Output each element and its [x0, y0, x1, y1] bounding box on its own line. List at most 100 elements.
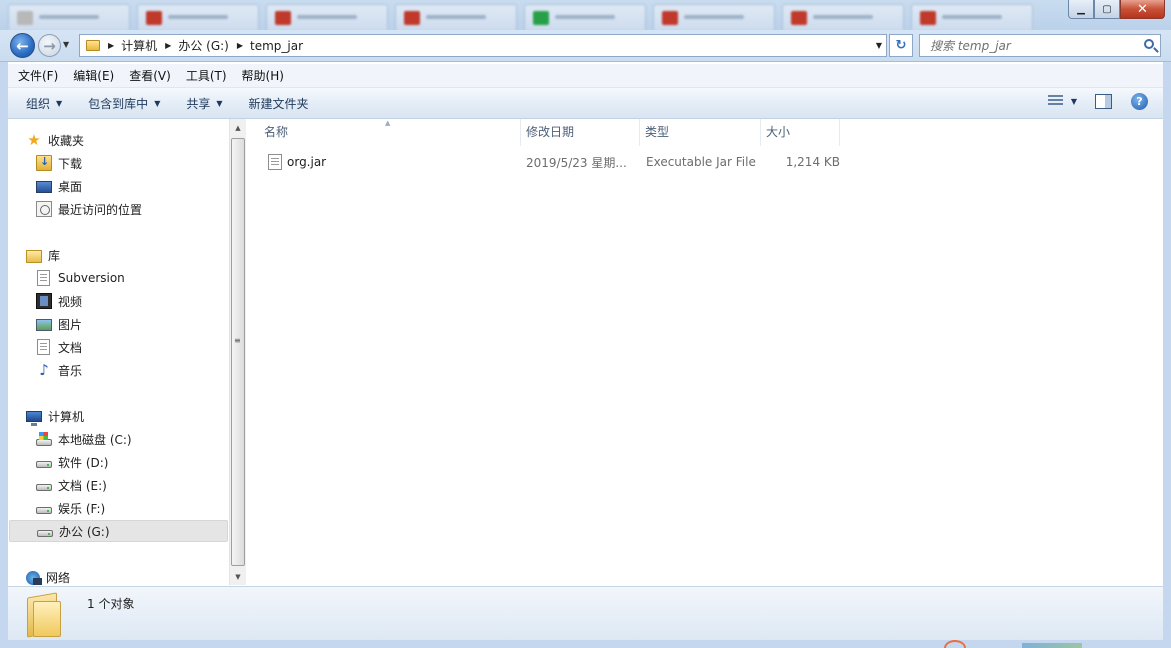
- network-icon: [26, 570, 42, 585]
- drive-icon: [37, 530, 53, 537]
- app-icon: [146, 11, 162, 25]
- column-header-modified[interactable]: 修改日期: [521, 119, 640, 146]
- nav-item-videos[interactable]: 视频: [36, 290, 226, 312]
- scroll-up-icon[interactable]: ▲: [230, 119, 246, 136]
- minimize-button[interactable]: ▁: [1068, 0, 1094, 19]
- nav-item-label: 办公 (G:): [59, 524, 110, 539]
- search-input[interactable]: [920, 35, 1130, 56]
- menu-help[interactable]: 帮助(H): [237, 65, 289, 87]
- scroll-down-icon[interactable]: ▼: [230, 568, 246, 585]
- search-box[interactable]: [919, 34, 1161, 57]
- history-dropdown-icon[interactable]: ▼: [63, 40, 69, 49]
- window-frame-left: [0, 62, 8, 640]
- nav-computer[interactable]: 计算机: [26, 405, 84, 427]
- nav-item-label: 文档: [58, 340, 83, 355]
- menu-bar: 文件(F) 编辑(E) 查看(V) 工具(T) 帮助(H): [8, 64, 1163, 88]
- command-bar: 组织 ▼ 包含到库中 ▼ 共享 ▼ 新建文件夹 ▼ ?: [8, 88, 1163, 119]
- nav-item-drive-d[interactable]: 软件 (D:): [36, 451, 226, 473]
- nav-item-label: 音乐: [58, 363, 83, 378]
- nav-item-documents[interactable]: 文档: [36, 336, 226, 358]
- drive-icon: [36, 461, 52, 468]
- close-button[interactable]: ✕: [1120, 0, 1165, 19]
- breadcrumb-drive[interactable]: 办公 (G:): [178, 37, 229, 54]
- column-headers: ▲ 名称 修改日期 类型 大小: [247, 119, 840, 146]
- forward-button[interactable]: →: [38, 34, 61, 57]
- star-icon: ★: [27, 131, 41, 149]
- navigation-pane: ★ 收藏夹 下载 桌面 最近访问的位置 库 Subversion 视频 图片 文…: [8, 119, 229, 585]
- item-count: 1 个对象: [87, 597, 135, 611]
- window-frame-right: [1163, 62, 1171, 640]
- nav-item-drive-f[interactable]: 娱乐 (F:): [36, 497, 226, 519]
- column-header-size[interactable]: 大小: [761, 119, 840, 146]
- breadcrumb-computer[interactable]: 计算机: [121, 37, 157, 54]
- nav-scrollbar[interactable]: ▲ ≡ ▼: [229, 119, 246, 585]
- folder-icon: [86, 40, 100, 51]
- nav-item-drive-c[interactable]: 本地磁盘 (C:): [36, 428, 226, 450]
- address-row: ← → ▼ ▶ 计算机 ▶ 办公 (G:) ▶ temp_jar ▼ ↻: [0, 30, 1171, 62]
- nav-item-recent-places[interactable]: 最近访问的位置: [36, 198, 226, 220]
- sort-ascending-icon: ▲: [385, 119, 391, 127]
- back-button[interactable]: ←: [10, 33, 35, 58]
- file-type: Executable Jar File: [646, 155, 756, 169]
- nav-network-label: 网络: [46, 570, 71, 585]
- include-in-library-button[interactable]: 包含到库中 ▼: [80, 91, 168, 115]
- nav-libraries[interactable]: 库: [26, 244, 60, 266]
- menu-file[interactable]: 文件(F): [13, 65, 63, 87]
- address-dropdown-icon[interactable]: ▼: [876, 41, 882, 50]
- nav-item-label: 视频: [58, 294, 83, 309]
- background-window-tab[interactable]: [8, 4, 130, 30]
- background-window-tab[interactable]: [137, 4, 259, 30]
- menu-edit[interactable]: 编辑(E): [68, 65, 119, 87]
- chevron-right-icon[interactable]: ▶: [165, 41, 171, 50]
- search-icon[interactable]: [1144, 39, 1154, 49]
- chevron-right-icon[interactable]: ▶: [108, 41, 114, 50]
- nav-item-pictures[interactable]: 图片: [36, 313, 226, 335]
- background-window-tab[interactable]: [911, 4, 1033, 30]
- caret-down-icon: ▼: [1070, 96, 1077, 106]
- scrollbar-thumb[interactable]: [231, 138, 245, 566]
- document-library-icon: [37, 339, 50, 355]
- background-window-tab[interactable]: [266, 4, 388, 30]
- file-name[interactable]: org.jar: [287, 155, 326, 169]
- background-window-tab[interactable]: [524, 4, 646, 30]
- preview-pane-button[interactable]: [1095, 94, 1112, 109]
- nav-item-subversion[interactable]: Subversion: [36, 267, 226, 289]
- app-icon: [17, 11, 33, 25]
- background-window-tab[interactable]: [653, 4, 775, 30]
- nav-item-music[interactable]: ♪ 音乐: [36, 359, 226, 381]
- file-row[interactable]: org.jar 2019/5/23 星期... Executable Jar F…: [247, 151, 840, 173]
- refresh-button[interactable]: ↻: [889, 34, 913, 57]
- share-button[interactable]: 共享 ▼: [178, 91, 230, 115]
- drive-icon: [36, 484, 52, 491]
- nav-item-drive-g[interactable]: 办公 (G:): [9, 520, 228, 542]
- column-header-type[interactable]: 类型: [640, 119, 761, 146]
- column-header-name[interactable]: ▲ 名称: [247, 119, 521, 146]
- new-folder-button[interactable]: 新建文件夹: [241, 91, 317, 115]
- caret-down-icon: ▼: [154, 98, 161, 108]
- organize-button[interactable]: 组织 ▼: [18, 91, 70, 115]
- background-window-tab[interactable]: [395, 4, 517, 30]
- drive-icon: [36, 507, 52, 514]
- chevron-right-icon[interactable]: ▶: [237, 41, 243, 50]
- nav-item-downloads[interactable]: 下载: [36, 152, 226, 174]
- file-modified: 2019/5/23 星期...: [526, 155, 627, 170]
- menu-tools[interactable]: 工具(T): [181, 65, 232, 87]
- change-view-button[interactable]: ▼: [1047, 95, 1077, 107]
- address-bar[interactable]: ▶ 计算机 ▶ 办公 (G:) ▶ temp_jar ▼: [79, 34, 887, 57]
- app-icon: [533, 11, 549, 25]
- column-header-label: 大小: [766, 125, 791, 139]
- arrow-right-icon: →: [43, 36, 56, 55]
- help-button[interactable]: ?: [1131, 93, 1148, 110]
- breadcrumb-folder[interactable]: temp_jar: [250, 39, 303, 53]
- nav-item-label: 娱乐 (F:): [58, 501, 106, 516]
- nav-item-label: 本地磁盘 (C:): [58, 432, 132, 447]
- taskbar-app-icon: [1022, 643, 1082, 648]
- background-window-tab[interactable]: [782, 4, 904, 30]
- nav-network[interactable]: 网络: [26, 566, 70, 588]
- menu-view[interactable]: 查看(V): [124, 65, 176, 87]
- nav-item-drive-e[interactable]: 文档 (E:): [36, 474, 226, 496]
- maximize-button[interactable]: ▢: [1094, 0, 1120, 19]
- nav-favorites[interactable]: ★ 收藏夹: [26, 129, 84, 151]
- library-icon: [26, 249, 42, 263]
- nav-item-desktop[interactable]: 桌面: [36, 175, 226, 197]
